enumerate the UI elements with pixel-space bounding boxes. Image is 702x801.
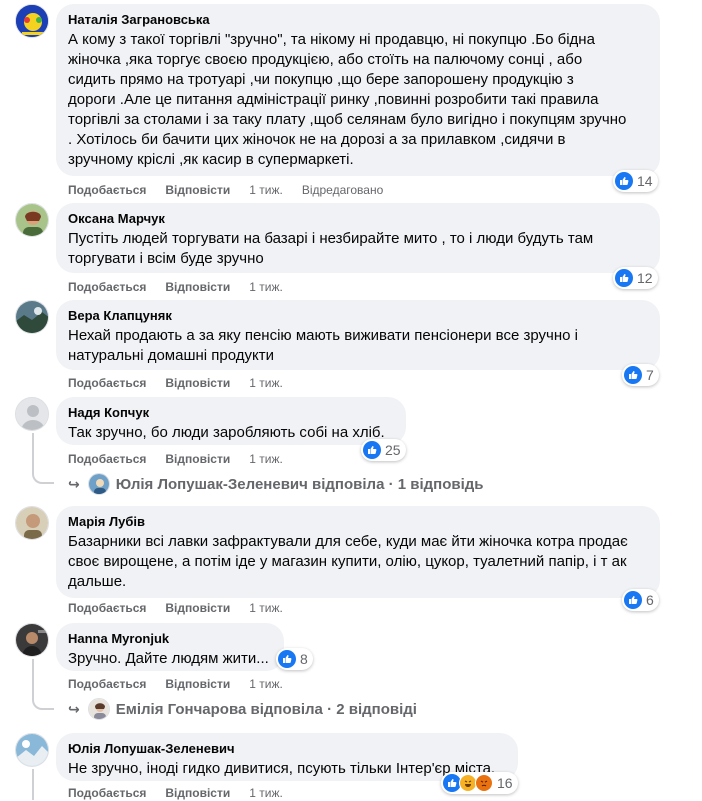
comment-author[interactable]: Hanna Myronjuk <box>68 631 272 647</box>
like-icon <box>615 269 633 287</box>
comment-actions: Подобається Відповісти 1 тиж. <box>68 279 302 295</box>
comment-bubble: Надя Копчук Так зручно, бо люди заробляю… <box>56 397 406 445</box>
avatar[interactable] <box>15 203 49 237</box>
like-icon <box>363 441 381 459</box>
avatar[interactable] <box>15 4 49 38</box>
avatar[interactable] <box>15 506 49 540</box>
comment-author[interactable]: Марія Лубів <box>68 514 648 530</box>
timestamp[interactable]: 1 тиж. <box>249 600 283 616</box>
reaction-count[interactable]: 14 <box>613 170 658 192</box>
reaction-count[interactable]: 6 <box>622 589 659 611</box>
reaction-count[interactable]: 7 <box>622 364 659 386</box>
thread-line <box>32 433 34 470</box>
reply-button[interactable]: Відповісти <box>165 279 230 295</box>
reply-button[interactable]: Відповісти <box>165 375 230 391</box>
like-icon <box>624 591 642 609</box>
comment-text: Нехай продають а за яку пенсію мають виж… <box>68 327 578 364</box>
like-icon <box>624 366 642 384</box>
comment-text: Пустіть людей торгувати на базарі і незб… <box>68 230 594 267</box>
like-button[interactable]: Подобається <box>68 279 146 295</box>
comment-author[interactable]: Надя Копчук <box>68 405 394 421</box>
like-icon <box>615 172 633 190</box>
reply-button[interactable]: Відповісти <box>165 676 230 692</box>
timestamp[interactable]: 1 тиж. <box>249 676 283 692</box>
like-button[interactable]: Подобається <box>68 375 146 391</box>
comment-actions: Подобається Відповісти 1 тиж. Відредаговано <box>68 182 402 198</box>
timestamp[interactable]: 1 тиж. <box>249 785 283 801</box>
like-button[interactable]: Подобається <box>68 676 146 692</box>
angry-emoji-icon <box>475 774 493 792</box>
comment-bubble: Вера Клапцуняк Нехай продають а за яку п… <box>56 300 660 370</box>
avatar[interactable] <box>15 397 49 431</box>
avatar[interactable] <box>15 733 49 767</box>
comment-text: А кому з такої торгівлі "зручно", та нік… <box>68 31 627 168</box>
reaction-count[interactable]: 12 <box>613 267 658 289</box>
like-button[interactable]: Подобається <box>68 600 146 616</box>
reaction-count[interactable]: 16 <box>441 772 518 794</box>
reply-arrow-icon: ↪ <box>68 475 80 492</box>
comment-author[interactable]: Вера Клапцуняк <box>68 308 648 324</box>
comment-author[interactable]: Наталія Заграновська <box>68 12 648 28</box>
comment-actions: Подобається Відповісти 1 тиж. <box>68 600 302 616</box>
comment-text: Так зручно, бо люди заробляють собі на х… <box>68 424 385 441</box>
comment-author[interactable]: Оксана Марчук <box>68 211 648 227</box>
thread-line <box>32 769 34 800</box>
like-button[interactable]: Подобається <box>68 451 146 467</box>
reply-button[interactable]: Відповісти <box>165 182 230 198</box>
reaction-count[interactable]: 8 <box>276 648 313 670</box>
reply-avatar <box>87 698 110 720</box>
timestamp[interactable]: 1 тиж. <box>249 451 283 467</box>
like-icon <box>278 650 296 668</box>
like-button[interactable]: Подобається <box>68 785 146 801</box>
timestamp[interactable]: 1 тиж. <box>249 182 283 198</box>
comment-bubble: Наталія Заграновська А кому з такої торг… <box>56 4 660 176</box>
comment-text: Не зручно, іноді гидко дивитися, псують … <box>68 760 496 777</box>
like-button[interactable]: Подобається <box>68 182 146 198</box>
comment-author[interactable]: Юлія Лопушак-Зеленевич <box>68 741 506 757</box>
comment-actions: Подобається Відповісти 1 тиж. <box>68 375 302 391</box>
view-replies-link[interactable]: ↪ Юлія Лопушак-Зеленевич відповіла · 1 в… <box>68 472 484 496</box>
reply-button[interactable]: Відповісти <box>165 600 230 616</box>
thread-connector <box>32 696 54 710</box>
edited-label: Відредаговано <box>301 183 384 197</box>
timestamp[interactable]: 1 тиж. <box>249 279 283 295</box>
thread-connector <box>32 470 54 484</box>
reply-avatar <box>87 473 110 495</box>
comment-actions: Подобається Відповісти 1 тиж. <box>68 785 302 801</box>
view-replies-link[interactable]: ↪ Емілія Гончарова відповіла · 2 відпові… <box>68 697 417 721</box>
avatar[interactable] <box>15 623 49 657</box>
reaction-count[interactable]: 25 <box>361 439 406 461</box>
reply-button[interactable]: Відповісти <box>165 785 230 801</box>
comment-actions: Подобається Відповісти 1 тиж. <box>68 676 302 692</box>
comment-actions: Подобається Відповісти 1 тиж. <box>68 451 302 467</box>
comment-bubble: Hanna Myronjuk Зручно. Дайте людям жити.… <box>56 623 284 671</box>
thread-line <box>32 659 34 696</box>
timestamp[interactable]: 1 тиж. <box>249 375 283 391</box>
avatar[interactable] <box>15 300 49 334</box>
comment-bubble: Марія Лубів Базарники всі лавки зафракту… <box>56 506 660 598</box>
comment-bubble: Оксана Марчук Пустіть людей торгувати на… <box>56 203 660 273</box>
comment-text: Зручно. Дайте людям жити... <box>68 650 269 667</box>
reply-arrow-icon: ↪ <box>68 700 80 717</box>
reply-button[interactable]: Відповісти <box>165 451 230 467</box>
comment-text: Базарники всі лавки зафрактували для себ… <box>68 533 628 590</box>
